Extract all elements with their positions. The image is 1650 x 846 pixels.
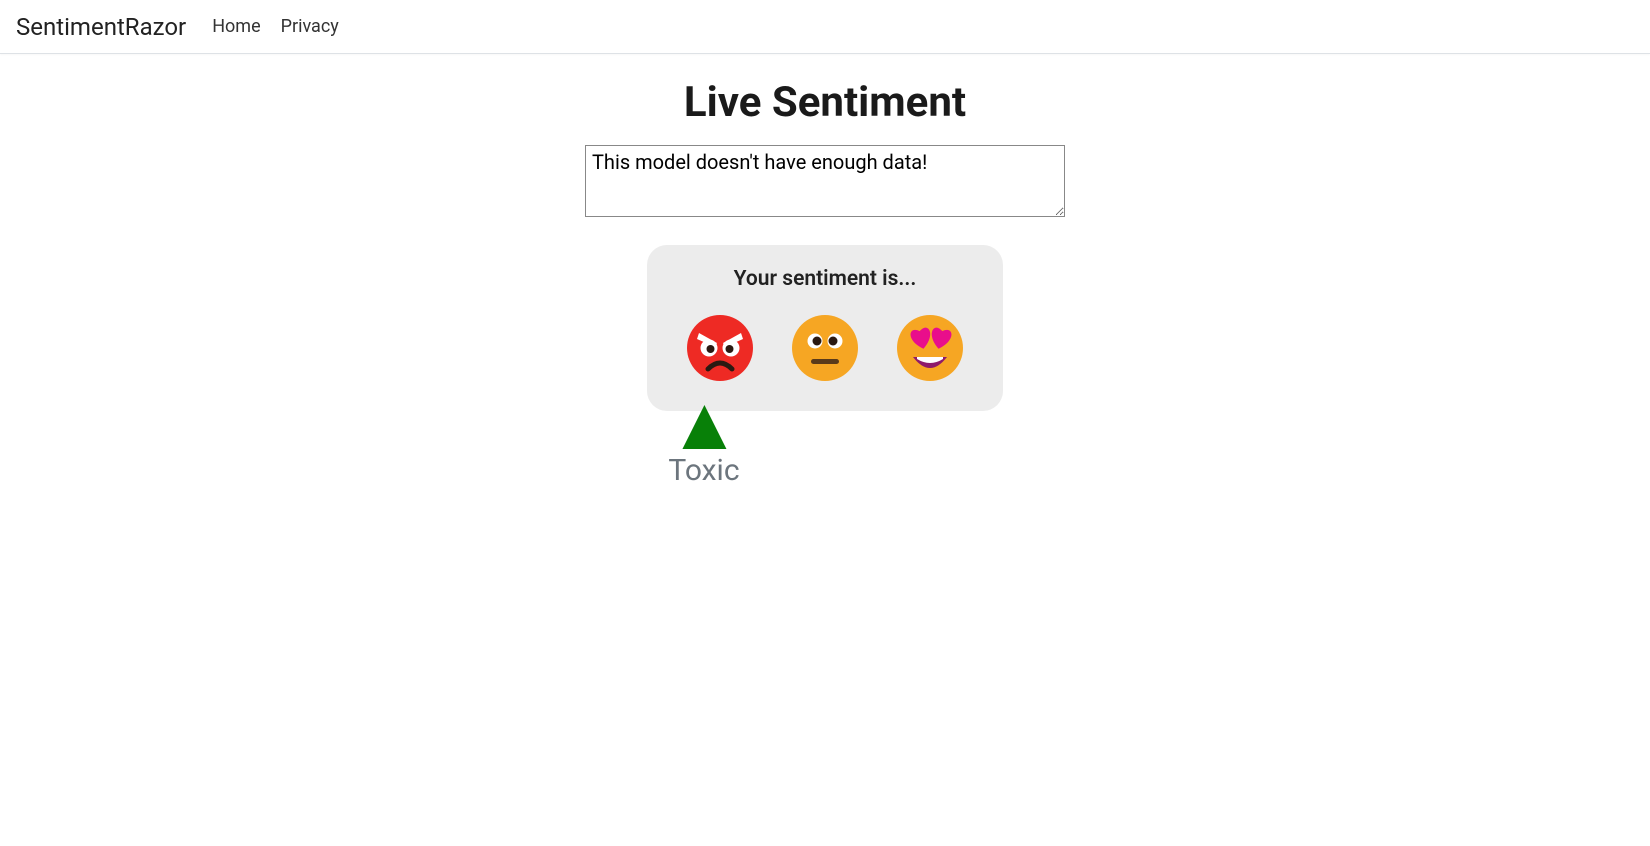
angry-face-icon bbox=[685, 313, 755, 383]
brand-link[interactable]: SentimentRazor bbox=[16, 13, 202, 41]
heart-eyes-face-icon bbox=[895, 313, 965, 383]
navbar: SentimentRazor Home Privacy bbox=[0, 0, 1650, 54]
result-card: Your sentiment is... bbox=[647, 245, 1003, 411]
page-title: Live Sentiment bbox=[255, 78, 1395, 127]
marker-triangle-icon bbox=[682, 405, 726, 449]
nav-privacy[interactable]: Privacy bbox=[271, 8, 349, 45]
marker-track: Toxic bbox=[647, 411, 1003, 501]
nav-home[interactable]: Home bbox=[202, 8, 270, 45]
emoji-row bbox=[667, 313, 983, 383]
result-title: Your sentiment is... bbox=[667, 267, 983, 291]
sentiment-marker: Toxic bbox=[668, 405, 739, 488]
marker-label: Toxic bbox=[668, 453, 739, 488]
neutral-face-icon bbox=[790, 313, 860, 383]
sentiment-input[interactable] bbox=[585, 145, 1065, 217]
main-container: Live Sentiment Your sentiment is... bbox=[255, 54, 1395, 501]
